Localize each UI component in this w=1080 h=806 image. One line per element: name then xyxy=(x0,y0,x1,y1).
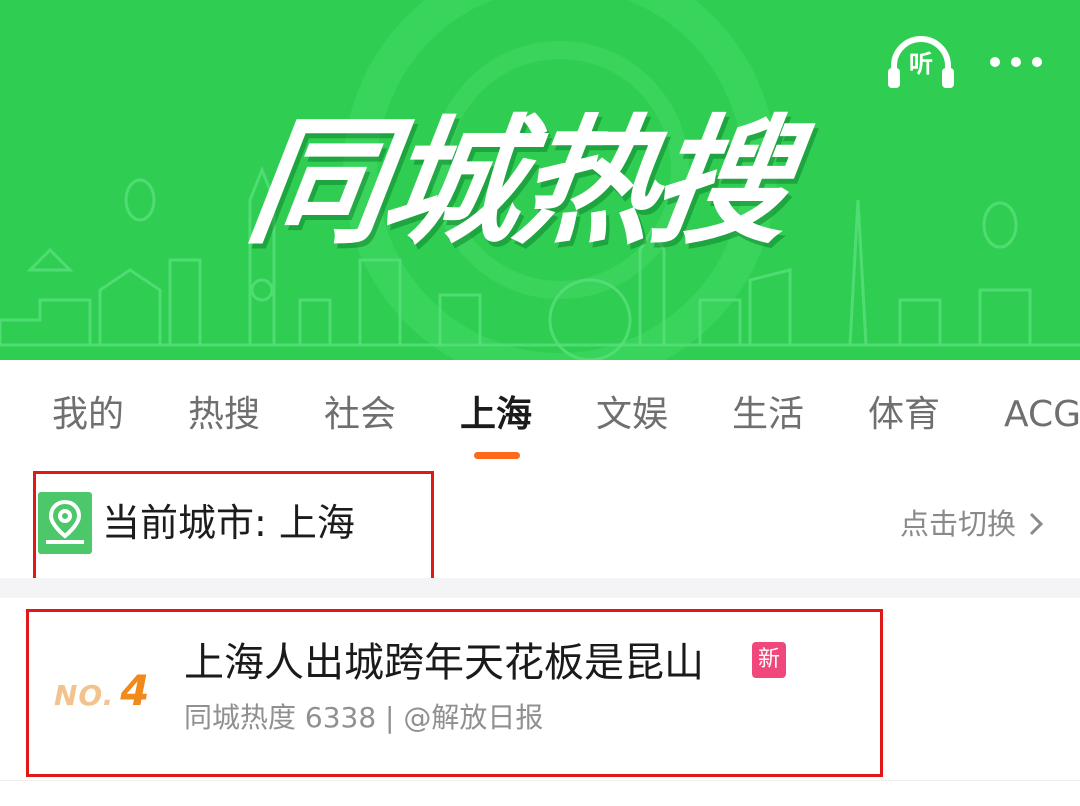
current-city-row: 当前城市: 上海 点击切换 xyxy=(0,474,1080,578)
tab-life[interactable]: 生活 xyxy=(732,390,804,440)
hot-item-title[interactable]: 上海人出城跨年天花板是昆山 xyxy=(184,636,704,690)
more-dots-icon xyxy=(990,57,1000,67)
section-divider xyxy=(0,578,1080,598)
new-badge: 新 xyxy=(752,642,786,678)
location-pin-icon xyxy=(38,492,92,554)
rank-label: NO. 4 xyxy=(54,666,150,715)
tab-society[interactable]: 社会 xyxy=(324,390,396,440)
tab-mine[interactable]: 我的 xyxy=(52,390,124,440)
header-banner: 同城热搜 听 xyxy=(0,0,1080,360)
chevron-right-icon xyxy=(1029,512,1044,536)
hot-item-meta: 同城热度 6338 | @解放日报 xyxy=(184,701,544,734)
tab-acg[interactable]: ACG xyxy=(1004,390,1080,440)
rank-number: 4 xyxy=(120,666,150,715)
tab-hot-search[interactable]: 热搜 xyxy=(188,390,260,440)
rank-prefix: NO. xyxy=(54,679,115,712)
active-tab-indicator xyxy=(474,452,520,459)
hot-search-item[interactable]: NO. 4 上海人出城跨年天花板是昆山 新 同城热度 6338 | @解放日报 xyxy=(0,598,1080,778)
switch-city-label: 点击切换 xyxy=(899,507,1016,541)
tab-shanghai[interactable]: 上海 xyxy=(460,390,532,440)
switch-city-button[interactable]: 点击切换 xyxy=(900,504,1046,544)
banner-title: 同城热搜 xyxy=(238,102,798,263)
listen-button[interactable]: 听 xyxy=(886,36,956,92)
more-options-button[interactable] xyxy=(984,44,1048,80)
tab-sports[interactable]: 体育 xyxy=(868,390,940,440)
current-city-label: 当前城市: 上海 xyxy=(102,501,355,545)
listen-label: 听 xyxy=(909,50,933,78)
tab-entertainment[interactable]: 文娱 xyxy=(596,390,668,440)
bottom-divider xyxy=(0,780,1080,781)
category-tabs: 我的 热搜 社会 上海 文娱 生活 体育 ACG xyxy=(0,360,1080,466)
